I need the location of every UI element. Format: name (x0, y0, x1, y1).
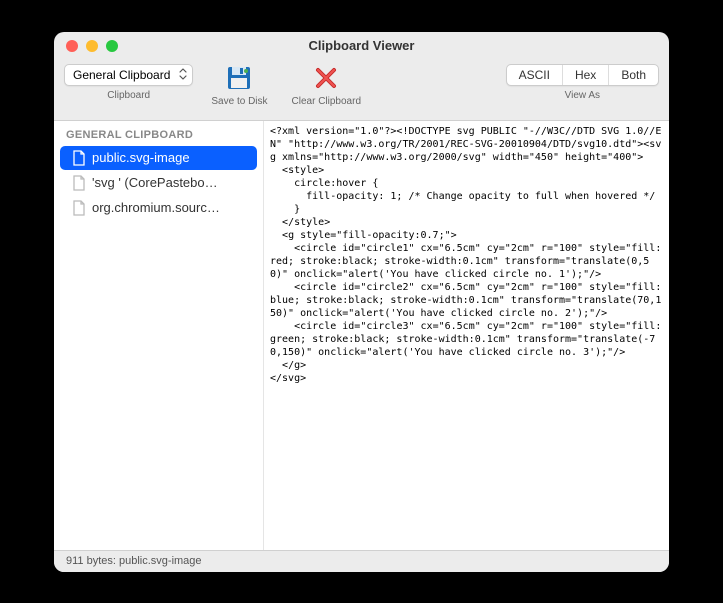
save-to-disk-button[interactable]: Save to Disk (205, 64, 273, 107)
clear-clipboard-button[interactable]: Clear Clipboard (286, 64, 367, 107)
statusbar: 911 bytes: public.svg-image (54, 550, 669, 572)
status-text: 911 bytes: public.svg-image (66, 555, 202, 567)
seg-ascii-button[interactable]: ASCII (507, 65, 563, 85)
content-area: GENERAL CLIPBOARD public.svg-image 'svg '… (54, 120, 669, 550)
sidebar-item-label: org.chromium.sourc… (92, 200, 220, 215)
sidebar: GENERAL CLIPBOARD public.svg-image 'svg '… (54, 121, 264, 550)
sidebar-item-1[interactable]: 'svg ' (CorePastebo… (60, 171, 257, 195)
titlebar: Clipboard Viewer (54, 32, 669, 60)
zoom-button[interactable] (106, 40, 118, 52)
content-pane[interactable]: <?xml version="1.0"?><!DOCTYPE svg PUBLI… (264, 121, 669, 550)
sidebar-header: GENERAL CLIPBOARD (54, 125, 263, 145)
toolbar: General Clipboard Clipboard Save to Disk (54, 60, 669, 120)
view-as-label: View As (565, 90, 600, 101)
chevron-updown-icon (179, 67, 187, 83)
sidebar-item-label: public.svg-image (92, 150, 190, 165)
document-icon (72, 150, 86, 166)
dropdown-group-label: Clipboard (107, 90, 150, 101)
app-window: Clipboard Viewer General Clipboard Clipb… (54, 32, 669, 572)
delete-x-icon (310, 64, 342, 92)
close-button[interactable] (66, 40, 78, 52)
sidebar-item-2[interactable]: org.chromium.sourc… (60, 196, 257, 220)
floppy-disk-icon (223, 64, 255, 92)
document-icon (72, 175, 86, 191)
sidebar-item-label: 'svg ' (CorePastebo… (92, 175, 218, 190)
document-icon (72, 200, 86, 216)
view-as-group: ASCII Hex Both View As (506, 64, 659, 101)
clipboard-dropdown-group: General Clipboard Clipboard (64, 64, 193, 101)
minimize-button[interactable] (86, 40, 98, 52)
clipboard-dropdown[interactable]: General Clipboard (64, 64, 193, 86)
seg-both-button[interactable]: Both (609, 65, 658, 85)
sidebar-item-0[interactable]: public.svg-image (60, 146, 257, 170)
traffic-lights (66, 40, 118, 52)
clear-label: Clear Clipboard (292, 96, 361, 107)
window-title: Clipboard Viewer (54, 38, 669, 53)
dropdown-value: General Clipboard (73, 68, 170, 82)
save-label: Save to Disk (211, 96, 267, 107)
view-as-segmented-control: ASCII Hex Both (506, 64, 659, 86)
seg-hex-button[interactable]: Hex (563, 65, 609, 85)
